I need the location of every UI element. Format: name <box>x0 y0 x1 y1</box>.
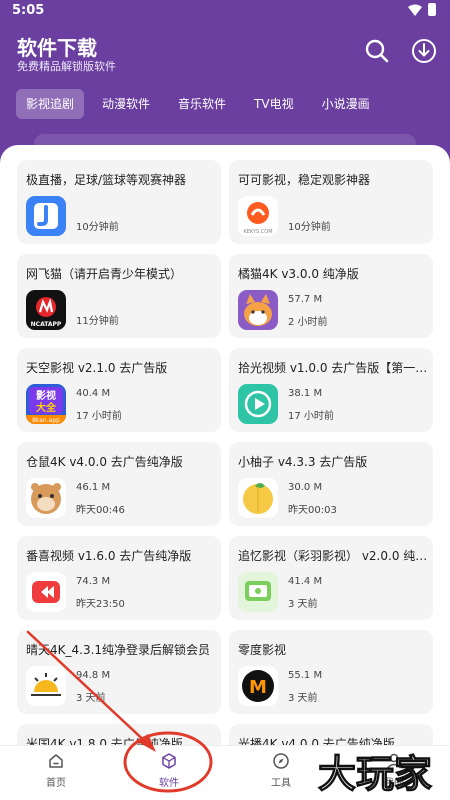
battery-icon <box>428 3 436 16</box>
app-list: 极直播，足球/篮球等观赛神器 10分钟前 可可影视，稳定观影神器 KEKYS.C… <box>0 145 450 745</box>
tab-xiao-shuo[interactable]: 小说漫画 <box>312 89 380 119</box>
app-title: 橘猫4K v3.0.0 纯净版 <box>238 267 359 281</box>
home-icon <box>49 754 63 768</box>
app-card[interactable]: 仓鼠4K v4.0.0 去广告纯净版 46.1 M 昨天00:46 <box>17 442 221 526</box>
svg-text:影视: 影视 <box>36 389 56 402</box>
orange-cat-icon <box>238 290 278 330</box>
app-time: 昨天00:46 <box>76 505 125 516</box>
app-card[interactable]: 米国4K v1.8.0 去广告纯净版 <box>17 724 221 745</box>
nav-software-label: 软件 <box>159 778 179 789</box>
app-card[interactable]: 零度影视 M 55.1 M 3 天前 <box>229 630 433 714</box>
app-card[interactable]: 拾光视频 v1.0.0 去广告版【第一… 38.1 M 17 小时前 <box>229 348 433 432</box>
tiankong-icon: 影视 大全 8kan.app <box>26 384 66 424</box>
page-subtitle: 免费精品解锁版软件 <box>17 60 116 73</box>
app-title: 网飞猫（请开启青少年模式） <box>26 267 183 281</box>
svg-text:8kan.app: 8kan.app <box>32 417 60 424</box>
search-icon[interactable] <box>364 38 390 64</box>
nav-tools-label: 工具 <box>271 778 291 789</box>
app-card[interactable]: 番喜视频 v1.6.0 去广告纯净版 74.3 M 昨天23:50 <box>17 536 221 620</box>
app-card[interactable]: 晴天4K_4.3.1纯净登录后解锁会员 94.8 M 3 天前 <box>17 630 221 714</box>
app-title: 追忆影视（彩羽影视） v2.0.0 纯… <box>238 549 428 563</box>
jizhibo-icon <box>26 196 66 236</box>
app-title: 可可影视，稳定观影神器 <box>238 173 371 187</box>
lingdu-icon: M <box>238 666 278 706</box>
app-card[interactable]: 网飞猫（请开启青少年模式） NCATAPP 11分钟前 <box>17 254 221 338</box>
ncat-icon: NCATAPP <box>26 290 66 330</box>
app-time: 11分钟前 <box>76 316 119 327</box>
app-title: 番喜视频 v1.6.0 去广告纯净版 <box>26 549 192 563</box>
zhuiyi-icon <box>238 572 278 612</box>
keke-icon: KEKYS.COM <box>238 196 278 236</box>
status-time: 5:05 <box>12 3 45 18</box>
app-time: 10分钟前 <box>76 222 119 233</box>
watermark-logo: 大玩家 <box>317 751 432 796</box>
app-title: 小柚子 v4.3.3 去广告版 <box>238 455 368 469</box>
app-card[interactable]: 追忆影视（彩羽影视） v2.0.0 纯… 41.4 M 3 天前 <box>229 536 433 620</box>
app-title: 零度影视 <box>238 643 287 657</box>
svg-text:大玩家: 大玩家 <box>318 752 432 796</box>
category-tabs: 影视追剧 动漫软件 音乐软件 TV电视 小说漫画 <box>16 89 380 119</box>
nav-home[interactable]: 首页 <box>26 752 86 789</box>
qingtian-icon <box>26 666 66 706</box>
app-size: 40.4 M <box>76 388 111 399</box>
header: 软件下载 免费精品解锁版软件 影视追剧 动漫软件 音乐软件 TV电视 小说漫画 <box>0 22 450 158</box>
app-size: 74.3 M <box>76 576 111 587</box>
app-size: 41.4 M <box>288 576 323 587</box>
app-size: 55.1 M <box>288 670 323 681</box>
svg-text:M: M <box>249 677 267 698</box>
app-title: 米国4K v1.8.0 去广告纯净版 <box>26 737 183 745</box>
app-time: 昨天00:03 <box>288 505 337 516</box>
app-size: 38.1 M <box>288 388 323 399</box>
app-time: 17 小时前 <box>76 411 122 422</box>
app-time: 10分钟前 <box>288 222 331 233</box>
app-time: 昨天23:50 <box>76 599 125 610</box>
app-time: 3 天前 <box>288 693 318 704</box>
status-bar: 5:05 <box>0 0 450 22</box>
wifi-icon <box>408 4 422 16</box>
download-icon[interactable] <box>411 38 437 64</box>
app-time: 17 小时前 <box>288 411 334 422</box>
app-size: 57.7 M <box>288 294 323 305</box>
nav-software[interactable]: 软件 <box>139 752 199 789</box>
svg-text:KEKYS.COM: KEKYS.COM <box>243 229 272 235</box>
tab-dong-man[interactable]: 动漫软件 <box>92 89 160 119</box>
app-title: 极直播，足球/篮球等观赛神器 <box>26 173 187 187</box>
app-title: 光播4K v4.0.0 去广告纯净版 <box>238 737 395 745</box>
pomelo-icon <box>238 478 278 518</box>
app-time: 2 小时前 <box>288 317 328 328</box>
app-size: 30.0 M <box>288 482 323 493</box>
app-card[interactable]: 天空影视 v2.1.0 去广告版 影视 大全 8kan.app 40.4 M 1… <box>17 348 221 432</box>
fanxi-icon <box>26 572 66 612</box>
tab-tv[interactable]: TV电视 <box>244 89 304 119</box>
app-card[interactable]: 极直播，足球/篮球等观赛神器 10分钟前 <box>17 160 221 244</box>
cube-icon <box>162 753 176 769</box>
tab-yin-yue[interactable]: 音乐软件 <box>168 89 236 119</box>
app-title: 仓鼠4K v4.0.0 去广告纯净版 <box>26 455 183 469</box>
app-card[interactable]: 小柚子 v4.3.3 去广告版 30.0 M 昨天00:03 <box>229 442 433 526</box>
app-time: 3 天前 <box>76 693 106 704</box>
app-card[interactable]: 橘猫4K v3.0.0 纯净版 57.7 M 2 小时前 <box>229 254 433 338</box>
compass-icon <box>273 753 289 769</box>
app-size: 94.8 M <box>76 670 111 681</box>
app-time: 3 天前 <box>288 599 318 610</box>
shiguang-icon <box>238 384 278 424</box>
tab-ying-shi[interactable]: 影视追剧 <box>16 89 85 119</box>
hamster-icon <box>26 478 66 518</box>
svg-text:NCATAPP: NCATAPP <box>31 321 62 328</box>
page-title: 软件下载 <box>17 36 97 60</box>
app-title: 晴天4K_4.3.1纯净登录后解锁会员 <box>26 643 211 657</box>
app-size: 46.1 M <box>76 482 111 493</box>
nav-home-label: 首页 <box>46 778 66 789</box>
app-title: 拾光视频 v1.0.0 去广告版【第一… <box>238 361 428 375</box>
app-title: 天空影视 v2.1.0 去广告版 <box>26 361 168 375</box>
system-icons <box>408 3 436 16</box>
app-card[interactable]: 可可影视，稳定观影神器 KEKYS.COM 10分钟前 <box>229 160 433 244</box>
app-card[interactable]: 光播4K v4.0.0 去广告纯净版 <box>229 724 433 745</box>
svg-text:大全: 大全 <box>36 401 57 414</box>
